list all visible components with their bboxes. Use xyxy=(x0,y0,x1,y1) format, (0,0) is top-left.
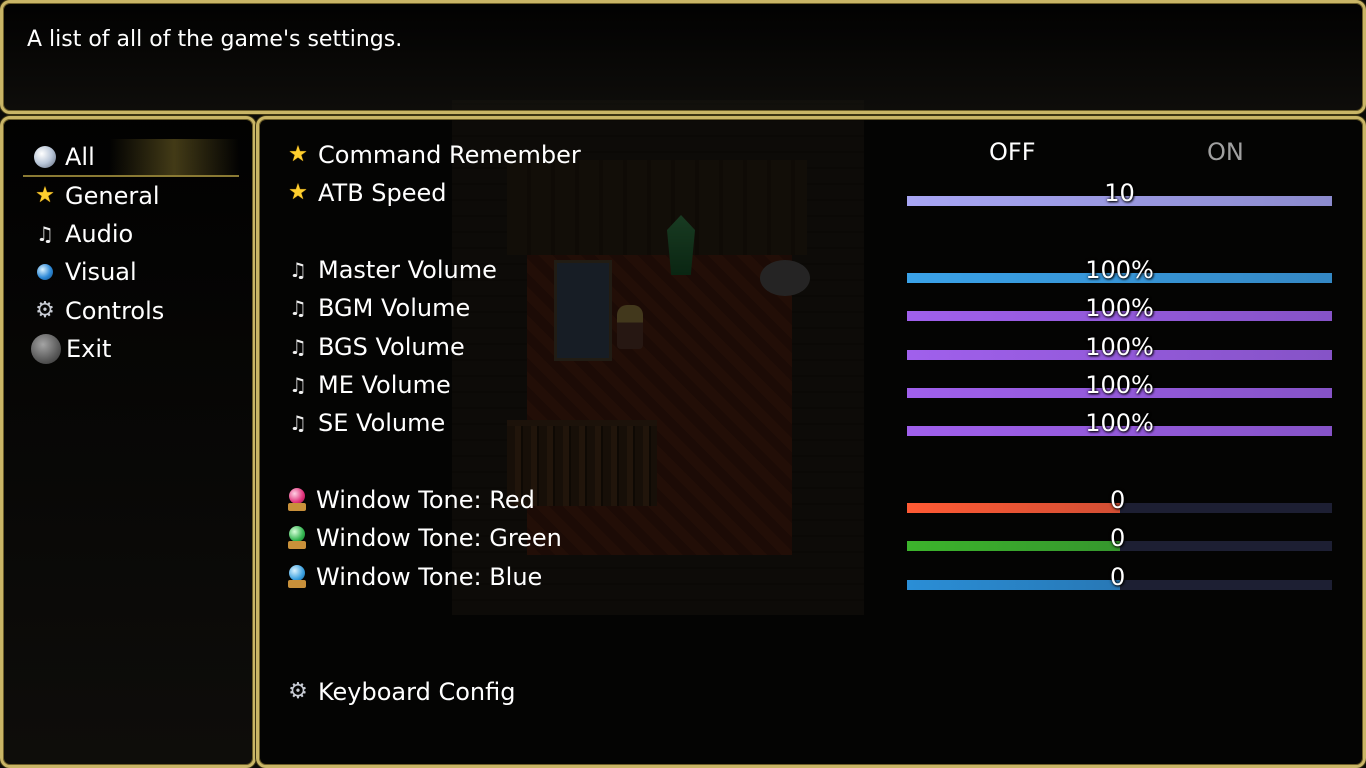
tone-green-value: 0 xyxy=(1110,524,1126,552)
option-label: Command Remember xyxy=(318,141,581,169)
tone-blue-value: 0 xyxy=(1110,563,1126,591)
category-audio[interactable]: ♫ Audio xyxy=(23,216,239,252)
category-all[interactable]: All xyxy=(23,139,239,177)
music-note-icon: ♫ xyxy=(289,296,307,320)
option-label: Window Tone: Green xyxy=(316,524,562,552)
bgm-volume-value: 100% xyxy=(1085,294,1154,322)
option-label: ME Volume xyxy=(318,371,451,399)
red-crystal-ball-icon xyxy=(286,488,308,512)
category-label: General xyxy=(65,182,160,210)
category-window: All ★ General ♫ Audio Visual ⚙ Controls … xyxy=(0,116,256,768)
music-note-icon: ♫ xyxy=(289,373,307,397)
option-label: BGS Volume xyxy=(318,333,465,361)
gear-icon: ⚙ xyxy=(288,679,308,704)
bgs-volume-value: 100% xyxy=(1085,333,1154,361)
option-label: Master Volume xyxy=(318,256,497,284)
blue-crystal-ball-icon xyxy=(286,565,308,589)
options-window xyxy=(256,116,1366,768)
category-label: Audio xyxy=(65,220,134,248)
me-volume-value: 100% xyxy=(1085,371,1154,399)
option-keyboard-config[interactable]: ⚙ Keyboard Config xyxy=(286,674,1346,710)
option-label: ATB Speed xyxy=(318,179,447,207)
gauge-fill xyxy=(907,541,1120,551)
tone-red-value: 0 xyxy=(1110,486,1126,514)
master-volume-value: 100% xyxy=(1085,256,1154,284)
option-label: SE Volume xyxy=(318,409,446,437)
gear-icon: ⚙ xyxy=(35,298,55,323)
music-note-icon: ♫ xyxy=(36,222,54,246)
category-label: All xyxy=(65,143,95,171)
toggle-on-option[interactable]: ON xyxy=(1207,138,1244,166)
help-text: A list of all of the game's settings. xyxy=(27,27,403,52)
category-label: Visual xyxy=(65,258,137,286)
category-general[interactable]: ★ General xyxy=(23,178,239,214)
category-visual[interactable]: Visual xyxy=(23,254,239,290)
music-note-icon: ♫ xyxy=(289,411,307,435)
category-controls[interactable]: ⚙ Controls xyxy=(23,293,239,329)
star-icon: ★ xyxy=(288,180,308,205)
star-icon: ★ xyxy=(35,183,55,208)
option-label: Window Tone: Blue xyxy=(316,563,543,591)
category-label: Exit xyxy=(66,335,112,363)
option-label: Window Tone: Red xyxy=(316,486,535,514)
option-label: BGM Volume xyxy=(318,294,471,322)
option-command-remember[interactable]: ★ Command Remember xyxy=(286,137,1346,173)
atb-speed-value: 10 xyxy=(1104,179,1135,207)
toggle-off-option[interactable]: OFF xyxy=(989,138,1036,166)
globe-icon xyxy=(37,264,53,280)
gauge-fill xyxy=(907,503,1120,513)
category-exit[interactable]: Exit xyxy=(23,331,239,367)
music-note-icon: ♫ xyxy=(289,258,307,282)
option-label: Keyboard Config xyxy=(318,678,516,706)
orb-icon xyxy=(34,146,56,168)
se-volume-value: 100% xyxy=(1085,409,1154,437)
help-window: A list of all of the game's settings. xyxy=(0,0,1366,114)
green-crystal-ball-icon xyxy=(286,526,308,550)
category-label: Controls xyxy=(65,297,165,325)
music-note-icon: ♫ xyxy=(289,335,307,359)
gauge-fill xyxy=(907,580,1120,590)
star-icon: ★ xyxy=(288,142,308,167)
dark-orb-icon xyxy=(31,334,61,364)
